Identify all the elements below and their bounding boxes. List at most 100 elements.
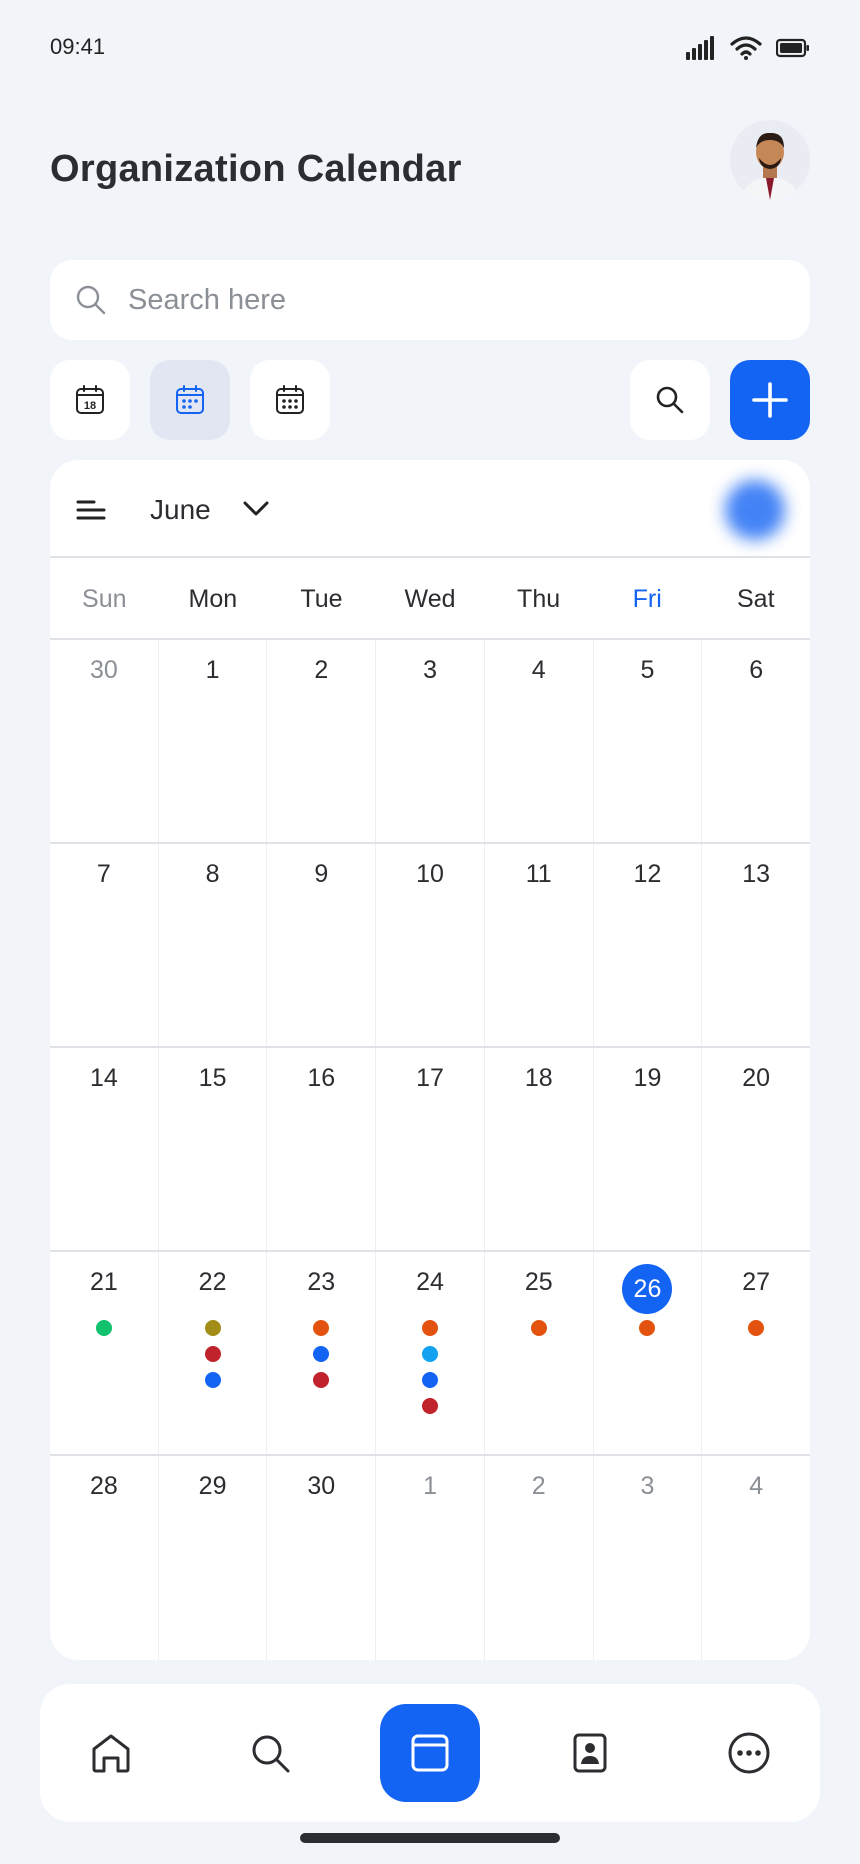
day-cell[interactable]: 4 — [702, 1456, 810, 1660]
event-dots — [50, 1320, 158, 1336]
day-number: 8 — [205, 860, 220, 888]
nav-contacts[interactable] — [554, 1717, 626, 1789]
day-cell[interactable]: 21 — [50, 1252, 159, 1454]
day-number: 19 — [633, 1064, 662, 1092]
event-dot — [204, 1320, 221, 1336]
search-bar[interactable] — [50, 260, 810, 340]
month-label[interactable]: June — [150, 494, 211, 526]
search-button[interactable] — [630, 360, 710, 440]
add-event-button[interactable] — [730, 360, 810, 440]
day-cell[interactable]: 26 — [594, 1252, 703, 1454]
day-cell[interactable]: 23 — [267, 1252, 377, 1454]
day-cell[interactable]: 15 — [159, 1048, 268, 1250]
event-dot — [748, 1320, 765, 1336]
event-dot — [422, 1398, 439, 1414]
event-dot — [313, 1372, 330, 1388]
day-number: 3 — [640, 1472, 655, 1500]
day-cell[interactable]: 19 — [594, 1048, 703, 1250]
day-cell[interactable]: 2 — [485, 1456, 594, 1660]
event-dots — [267, 1320, 375, 1388]
weekday-label: Mon — [188, 585, 238, 613]
day-cell[interactable]: 13 — [702, 844, 810, 1046]
event-dots — [376, 1320, 484, 1414]
day-cell[interactable]: 7 — [50, 844, 159, 1046]
day-cell[interactable]: 24 — [376, 1252, 485, 1454]
event-dot — [422, 1320, 439, 1336]
nav-calendar[interactable] — [380, 1704, 480, 1802]
week-row: 30 1 2 3 4 5 6 — [50, 640, 810, 844]
day-number: 13 — [742, 860, 771, 888]
accent-blur-orb — [725, 480, 785, 540]
day-cell[interactable]: 8 — [159, 844, 268, 1046]
day-cell[interactable]: 14 — [50, 1048, 159, 1250]
chevron-down-icon[interactable] — [242, 498, 270, 523]
battery-icon — [775, 38, 810, 63]
status-icons — [686, 36, 810, 65]
day-cell[interactable]: 9 — [267, 844, 377, 1046]
calendar-icon — [411, 1734, 449, 1772]
day-number: 4 — [531, 656, 546, 684]
day-cell[interactable]: 29 — [159, 1456, 268, 1660]
home-indicator — [300, 1833, 560, 1843]
weekday-label: Tue — [300, 585, 343, 613]
schedule-view-button[interactable] — [250, 360, 330, 440]
weekday-header-row: Sun Mon Tue Wed Thu Fri Sat — [50, 558, 810, 640]
day-number: 22 — [198, 1268, 227, 1296]
day-cell[interactable]: 2 — [267, 640, 377, 842]
day-cell[interactable]: 18 — [485, 1048, 594, 1250]
nav-home[interactable] — [75, 1717, 147, 1789]
day-number: 11 — [525, 860, 552, 888]
day-cell[interactable]: 20 — [702, 1048, 810, 1250]
day-icon-number: 18 — [84, 400, 96, 412]
day-number: 4 — [749, 1472, 764, 1500]
nav-more[interactable] — [713, 1717, 785, 1789]
calendar-day-icon: 18 — [76, 385, 104, 414]
day-cell[interactable]: 4 — [485, 640, 594, 842]
day-cell[interactable]: 11 — [485, 844, 594, 1046]
weekday-label: Wed — [404, 585, 456, 613]
day-number: 30 — [89, 656, 118, 684]
contacts-icon — [573, 1733, 607, 1773]
home-icon — [92, 1734, 130, 1773]
avatar[interactable] — [730, 120, 810, 200]
day-cell[interactable]: 12 — [594, 844, 703, 1046]
day-cell[interactable]: 16 — [267, 1048, 377, 1250]
user-avatar-icon — [730, 120, 810, 200]
day-number: 7 — [96, 860, 111, 888]
day-number: 5 — [640, 656, 655, 684]
day-number: 12 — [633, 860, 662, 888]
week-row: 28 29 30 1 2 3 4 — [50, 1456, 810, 1660]
day-cell[interactable]: 1 — [159, 640, 268, 842]
filter-menu-icon[interactable] — [76, 498, 106, 527]
day-number: 20 — [742, 1064, 771, 1092]
day-number: 21 — [89, 1268, 118, 1296]
day-number: 2 — [314, 656, 329, 684]
day-cell[interactable]: 3 — [594, 1456, 703, 1660]
day-cell[interactable]: 30 — [50, 640, 159, 842]
day-cell[interactable]: 28 — [50, 1456, 159, 1660]
day-cell[interactable]: 25 — [485, 1252, 594, 1454]
day-cell[interactable]: 1 — [376, 1456, 485, 1660]
day-cell[interactable]: 3 — [376, 640, 485, 842]
day-view-button[interactable]: 18 — [50, 360, 130, 440]
day-cell[interactable]: 30 — [267, 1456, 377, 1660]
calendar-schedule-icon — [276, 385, 304, 414]
event-dot — [313, 1346, 330, 1362]
day-cell[interactable]: 5 — [594, 640, 703, 842]
day-cell[interactable]: 6 — [702, 640, 810, 842]
search-input[interactable] — [128, 283, 728, 317]
day-number: 18 — [524, 1064, 553, 1092]
search-icon — [76, 285, 106, 315]
event-dot — [639, 1320, 656, 1336]
weekday-label: Thu — [517, 585, 561, 613]
day-cell[interactable]: 22 — [159, 1252, 268, 1454]
day-cell[interactable]: 10 — [376, 844, 485, 1046]
month-view-button[interactable] — [150, 360, 230, 440]
nav-search[interactable] — [234, 1717, 306, 1789]
day-cell[interactable]: 27 — [702, 1252, 810, 1454]
status-time: 09:41 — [50, 34, 106, 59]
day-number: 3 — [423, 656, 437, 684]
search-icon — [252, 1735, 290, 1773]
day-cell[interactable]: 17 — [376, 1048, 485, 1250]
weekday-label: Sun — [82, 585, 127, 613]
